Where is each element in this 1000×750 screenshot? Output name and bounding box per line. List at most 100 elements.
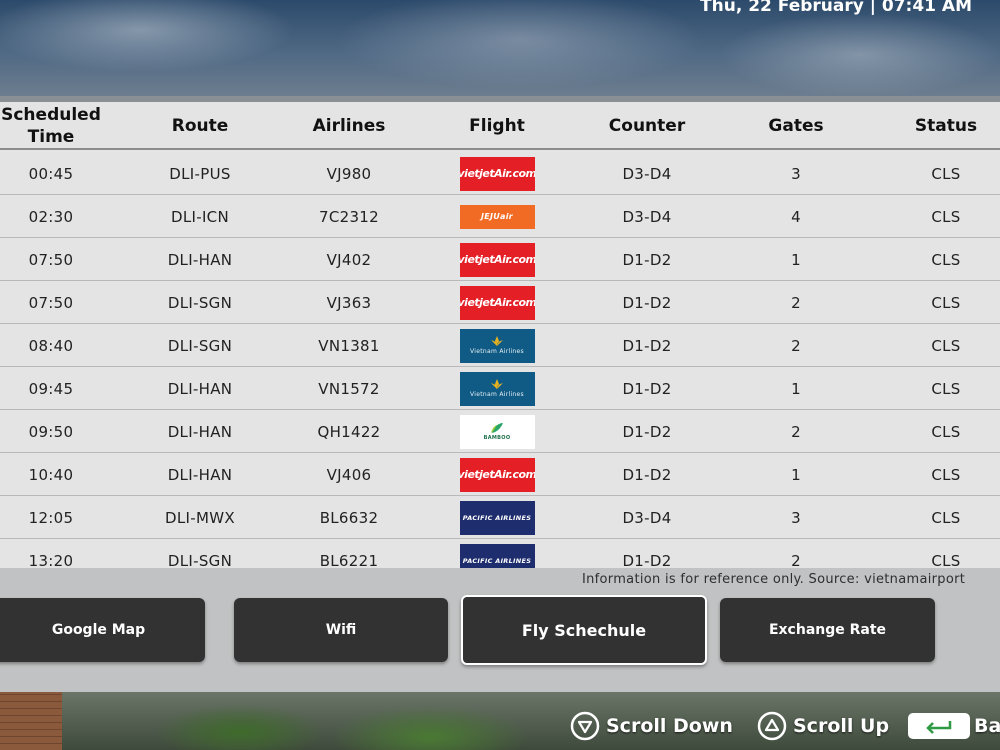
fly-schedule-button[interactable]: Fly Schechule (461, 595, 707, 665)
back-key (908, 713, 970, 739)
cell-route: DLI-PUS (169, 164, 231, 183)
cell-flight-logo: vietjetAir.com (440, 453, 554, 496)
exchange-rate-button[interactable]: Exchange Rate (720, 598, 935, 662)
cell-gate: 1 (791, 379, 801, 398)
cell-airline-code: VJ406 (326, 465, 372, 484)
cell-flight-logo: BAMBOO (440, 410, 554, 453)
cell-flight-logo: vietjetAir.com (440, 152, 554, 195)
airline-logo-text: Vietnam Airlines (470, 391, 524, 398)
cell-counter: D3-D4 (622, 508, 672, 527)
column-header-time-line1: Scheduled (1, 105, 101, 125)
table-row: 10:40 DLI-HAN VJ406 vietjetAir.com D1-D2 1 CLS (0, 453, 1000, 496)
cell-flight-logo: PACIFIC AIRLINES (440, 496, 554, 539)
airline-logo-text: vietjetAir.com (459, 296, 535, 309)
column-header-status: Status (914, 116, 978, 136)
cell-status: CLS (931, 508, 961, 527)
cell-scheduled-time: 13:20 (28, 551, 74, 569)
scroll-up-control[interactable]: Scroll Up (757, 708, 889, 744)
cell-scheduled-time: 07:50 (28, 293, 74, 312)
cell-airline-code: VJ402 (326, 250, 372, 269)
cell-gate: 3 (791, 508, 801, 527)
cell-counter: D3-D4 (622, 164, 672, 183)
cell-counter: D1-D2 (622, 379, 672, 398)
scroll-down-label: Scroll Down (606, 715, 733, 737)
google-map-button[interactable]: Google Map (0, 598, 205, 662)
cell-gate: 1 (791, 250, 801, 269)
table-header: Scheduled Time Route Airlines Flight Cou… (0, 102, 1000, 150)
cell-counter: D1-D2 (622, 250, 672, 269)
cell-counter: D1-D2 (622, 293, 672, 312)
column-header-time-line2: Time (27, 127, 75, 147)
cell-flight-logo: JEJUair (440, 195, 554, 238)
lotus-icon (491, 336, 503, 346)
airline-logo-text: BAMBOO (483, 435, 511, 441)
cell-route: DLI-ICN (171, 207, 229, 226)
cell-route: DLI-HAN (167, 250, 233, 269)
scroll-up-label: Scroll Up (793, 715, 890, 737)
cell-scheduled-time: 09:45 (28, 379, 74, 398)
flight-schedule-table: Scheduled Time Route Airlines Flight Cou… (0, 102, 1000, 568)
column-header-counter: Counter (608, 116, 686, 136)
cell-status: CLS (931, 293, 961, 312)
airline-logo-vna: Vietnam Airlines (459, 328, 535, 363)
airline-logo-text: JEJUair (480, 212, 514, 221)
back-label: Ba (974, 715, 1000, 737)
cell-status: CLS (931, 207, 961, 226)
cell-status: CLS (931, 465, 961, 484)
cell-airline-code: QH1422 (317, 422, 381, 441)
cell-flight-logo: vietjetAir.com (440, 281, 554, 324)
cell-status: CLS (931, 336, 961, 355)
cell-flight-logo: Vietnam Airlines (440, 367, 554, 410)
cell-route: DLI-HAN (167, 422, 233, 441)
cell-airline-code: VJ980 (326, 164, 372, 183)
scroll-down-control[interactable]: Scroll Down (570, 708, 733, 744)
column-header-airlines: Airlines (312, 116, 386, 136)
cell-status: CLS (931, 379, 961, 398)
airline-logo-vna: Vietnam Airlines (459, 371, 535, 406)
background-building (0, 692, 62, 750)
circle-triangle-down-icon (570, 711, 600, 741)
airline-logo-vietjet: vietjetAir.com (459, 285, 535, 320)
cell-airline-code: VJ363 (326, 293, 372, 312)
cell-flight-logo: Vietnam Airlines (440, 324, 554, 367)
cell-gate: 2 (791, 293, 801, 312)
cell-gate: 2 (791, 551, 801, 569)
airline-logo-vietjet: vietjetAir.com (459, 242, 535, 277)
column-header-gates: Gates (768, 116, 824, 136)
cell-scheduled-time: 08:40 (28, 336, 74, 355)
table-row: 12:05 DLI-MWX BL6632 PACIFIC AIRLINES D3-D4 3… (0, 496, 1000, 539)
cell-airline-code: VN1381 (318, 336, 380, 355)
table-row: 07:50 DLI-HAN VJ402 vietjetAir.com D1-D2 1 CLS (0, 238, 1000, 281)
airline-logo-text: vietjetAir.com (459, 253, 535, 266)
cell-route: DLI-HAN (167, 465, 233, 484)
column-header-scheduled-time: Scheduled Time (0, 102, 102, 150)
cell-counter: D1-D2 (622, 465, 672, 484)
cell-scheduled-time: 07:50 (28, 250, 74, 269)
cell-route: DLI-SGN (167, 551, 233, 569)
cell-counter: D1-D2 (622, 336, 672, 355)
airline-logo-text: Vietnam Airlines (470, 348, 524, 355)
table-row: 09:50 DLI-HAN QH1422 BAMBOO D1-D2 2 CLS (0, 410, 1000, 453)
airline-logo-bamboo: BAMBOO (459, 414, 535, 449)
cell-flight-logo: PACIFIC AIRLINES (440, 539, 554, 568)
airline-logo-text: PACIFIC AIRLINES (462, 556, 532, 565)
footer-panel: Information is for reference only. Sourc… (0, 568, 1000, 692)
cell-counter: D3-D4 (622, 207, 672, 226)
airline-logo-vietjet: vietjetAir.com (459, 156, 535, 191)
cell-gate: 4 (791, 207, 801, 226)
cell-airline-code: BL6632 (319, 508, 379, 527)
wifi-button[interactable]: Wifi (234, 598, 448, 662)
cell-gate: 2 (791, 422, 801, 441)
bamboo-leaf-icon (491, 423, 503, 433)
circle-triangle-up-icon (757, 711, 787, 741)
airline-logo-pacific: PACIFIC AIRLINES (459, 500, 535, 535)
cell-route: DLI-SGN (167, 293, 233, 312)
cell-scheduled-time: 02:30 (28, 207, 74, 226)
cell-flight-logo: vietjetAir.com (440, 238, 554, 281)
column-header-flight: Flight (469, 116, 525, 136)
table-row: 02:30 DLI-ICN 7C2312 JEJUair D3-D4 4 CLS (0, 195, 1000, 238)
cell-status: CLS (931, 164, 961, 183)
cell-gate: 1 (791, 465, 801, 484)
source-note: Information is for reference only. Sourc… (582, 572, 966, 587)
back-control[interactable]: Ba (908, 708, 1000, 744)
